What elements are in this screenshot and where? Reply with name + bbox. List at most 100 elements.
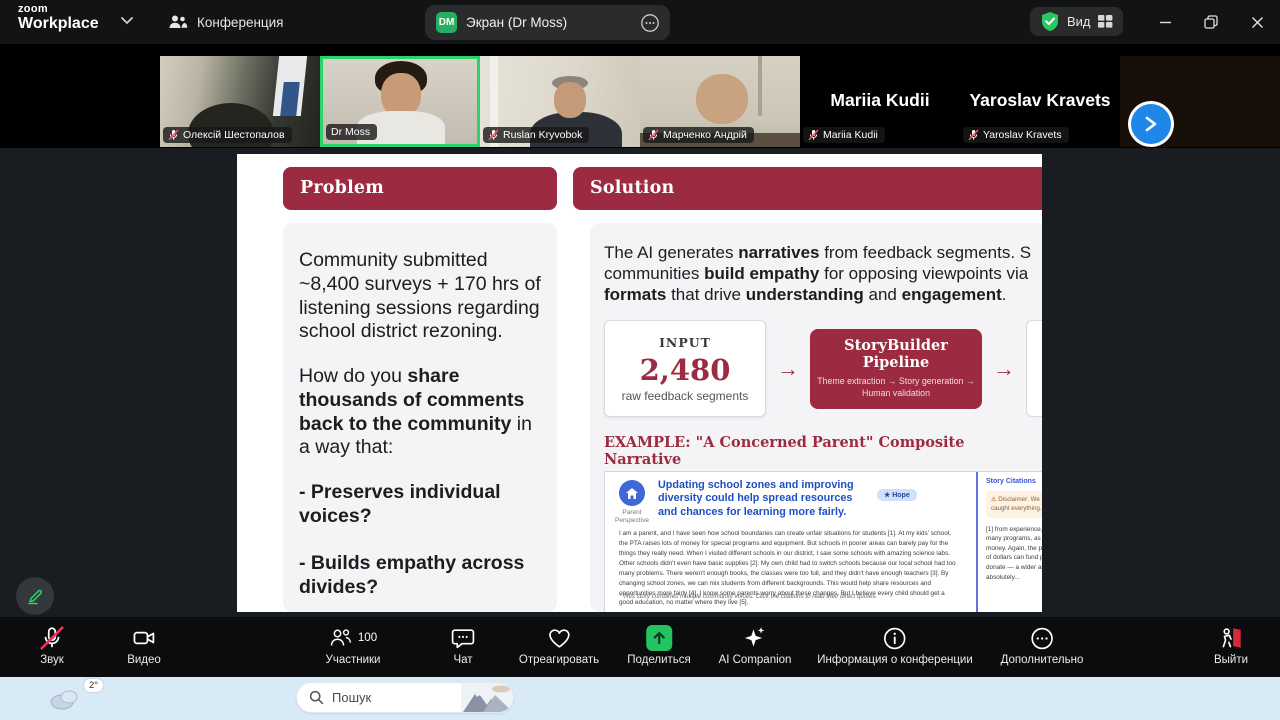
leave-button[interactable]: Выйти (1214, 624, 1248, 666)
participant-silhouette (554, 82, 586, 118)
leave-meeting-icon (1222, 628, 1241, 648)
perspective-label: Parent Perspective (615, 509, 649, 525)
pencil-icon (28, 589, 42, 605)
participant-name: Олексій Шестопалов (183, 129, 285, 141)
video-strip: Олексій Шестопалов Dr Moss Ruslan Kryvob… (0, 44, 1280, 148)
shared-screen-area: Problem Solution Community submitted ~8,… (0, 148, 1280, 617)
title-bar: zoom Workplace Конференция DM Экран (Dr … (0, 0, 1280, 44)
problem-paragraph: Community submitted ~8,400 surveys + 170… (299, 249, 541, 343)
participant-name: Yaroslav Kravets (983, 129, 1062, 141)
participant-name: Dr Moss (331, 126, 371, 138)
mic-muted-icon (488, 129, 499, 141)
audio-button[interactable]: Звук (39, 624, 65, 666)
problem-bullet: - Preserves individual voices? (299, 481, 501, 528)
search-input[interactable]: Пошук (296, 682, 514, 713)
mic-muted-icon (808, 129, 819, 141)
solution-intro: The AI generates narratives from feedbac… (604, 243, 1032, 305)
pipeline-card: StoryBuilder Pipeline Theme extraction →… (810, 328, 982, 409)
participants-button[interactable]: 100 Участники (326, 624, 380, 666)
share-screen-icon (645, 625, 672, 651)
video-tile-active-speaker[interactable]: Dr Moss (320, 56, 480, 147)
chevron-down-icon[interactable] (120, 16, 134, 25)
participant-name: Mariia Kudii (823, 129, 878, 141)
info-icon (884, 627, 906, 649)
meeting-info-button[interactable]: Информация о конференции (817, 624, 973, 666)
narrative-footnote: * This story combines multiple community… (619, 593, 878, 600)
output-card-clipped (1026, 320, 1042, 418)
tab-options-icon[interactable] (640, 13, 660, 33)
presentation-slide: Problem Solution Community submitted ~8,… (237, 154, 1042, 612)
video-tile[interactable]: Олексій Шестопалов (160, 56, 320, 147)
zoom-workplace-logo: zoom Workplace (18, 4, 99, 32)
solution-card: The AI generates narratives from feedbac… (590, 223, 1042, 612)
participants-icon (331, 629, 352, 646)
citation-text: [1] from experience, I'm pretty sure—fro… (986, 525, 1042, 581)
background-detail (758, 56, 762, 116)
ai-companion-button[interactable]: AI Companion (719, 624, 791, 666)
solution-header: Solution (573, 167, 1042, 210)
video-tile-camera-off[interactable]: Mariia Kudii Mariia Kudii (800, 56, 960, 147)
participant-nameplate: Dr Moss (326, 124, 378, 140)
view-label: Вид (1067, 14, 1091, 29)
camera-icon (133, 631, 155, 645)
minimize-button[interactable] (1152, 10, 1178, 34)
video-tile[interactable]: Марченко Андрій (640, 56, 800, 147)
problem-card: Community submitted ~8,400 surveys + 170… (283, 223, 557, 612)
windows-taskbar: 2° Пошук 89 zoom (0, 677, 1280, 720)
weather-widget[interactable] (48, 685, 84, 716)
cloud-icon (50, 690, 78, 710)
video-tile[interactable]: Ruslan Kryvobok (480, 56, 640, 147)
example-heading: EXAMPLE: "A Concerned Parent" Composite … (604, 434, 965, 469)
input-label: INPUT (659, 334, 711, 350)
input-value: 2,480 (639, 352, 731, 387)
pipeline-title: StoryBuilder Pipeline (844, 337, 948, 372)
participant-nameplate: Mariia Kudii (803, 127, 885, 143)
hope-badge: ★ Hope (877, 489, 917, 501)
mic-muted-icon (40, 626, 64, 650)
sparkle-icon (745, 627, 765, 647)
chevron-right-icon (1145, 116, 1157, 132)
mic-muted-icon (968, 129, 979, 141)
citations-header: Story Citations (986, 478, 1036, 485)
participants-icon (169, 15, 188, 28)
problem-bullet: - Builds empathy across divides? (299, 551, 525, 598)
problem-header: Problem (283, 167, 557, 210)
input-caption: raw feedback segments (621, 388, 749, 403)
temperature-label: 2° (84, 679, 104, 692)
mic-muted-icon (648, 129, 659, 141)
zoom-workplace-window: zoom Workplace Конференция DM Экран (Dr … (0, 0, 1280, 720)
react-button[interactable]: Отреагировать (519, 624, 599, 666)
tab-meeting[interactable]: Конференция (168, 8, 284, 36)
grid-view-icon (1097, 15, 1112, 28)
restore-button[interactable] (1198, 10, 1224, 34)
story-citations-column: Story Citations ⚠ Disclaimer: We have do… (986, 478, 1042, 582)
search-icon (309, 690, 324, 705)
more-button[interactable]: Дополнительно (1001, 624, 1083, 666)
security-shield-icon (1042, 12, 1058, 31)
column-divider (976, 472, 978, 612)
flow-arrow-icon: → (993, 355, 1015, 381)
tab-meeting-label: Конференция (197, 14, 284, 30)
participant-name: Марченко Андрій (663, 129, 747, 141)
mic-muted-icon (168, 129, 179, 141)
heart-icon (548, 628, 570, 648)
chat-button[interactable]: Чат (451, 624, 476, 666)
participant-silhouette (696, 74, 748, 124)
annotate-button[interactable] (16, 577, 54, 615)
chat-icon (451, 628, 475, 648)
next-participants-button[interactable] (1128, 101, 1174, 147)
view-button[interactable]: Вид (1030, 7, 1123, 36)
pipeline-subtitle: Theme extraction → Story generation → Hu… (817, 376, 975, 399)
participants-count: 100 (357, 632, 378, 644)
search-placeholder: Пошук (332, 690, 372, 705)
flow-arrow-icon: → (777, 355, 799, 381)
participant-nameplate: Yaroslav Kravets (963, 127, 1069, 143)
tab-screen-share[interactable]: DM Экран (Dr Moss) (425, 5, 670, 40)
example-screenshot: Parent Perspective Updating school zones… (604, 471, 1042, 612)
close-button[interactable] (1244, 10, 1270, 34)
video-button[interactable]: Видео (127, 624, 161, 666)
search-highlight-image[interactable] (461, 683, 513, 712)
share-screen-button[interactable]: Поделиться (627, 624, 691, 666)
video-tile-camera-off[interactable]: Yaroslav Kravets Yaroslav Kravets (960, 56, 1120, 147)
pipeline-flow: INPUT 2,480 raw feedback segments → Stor… (604, 320, 1042, 418)
